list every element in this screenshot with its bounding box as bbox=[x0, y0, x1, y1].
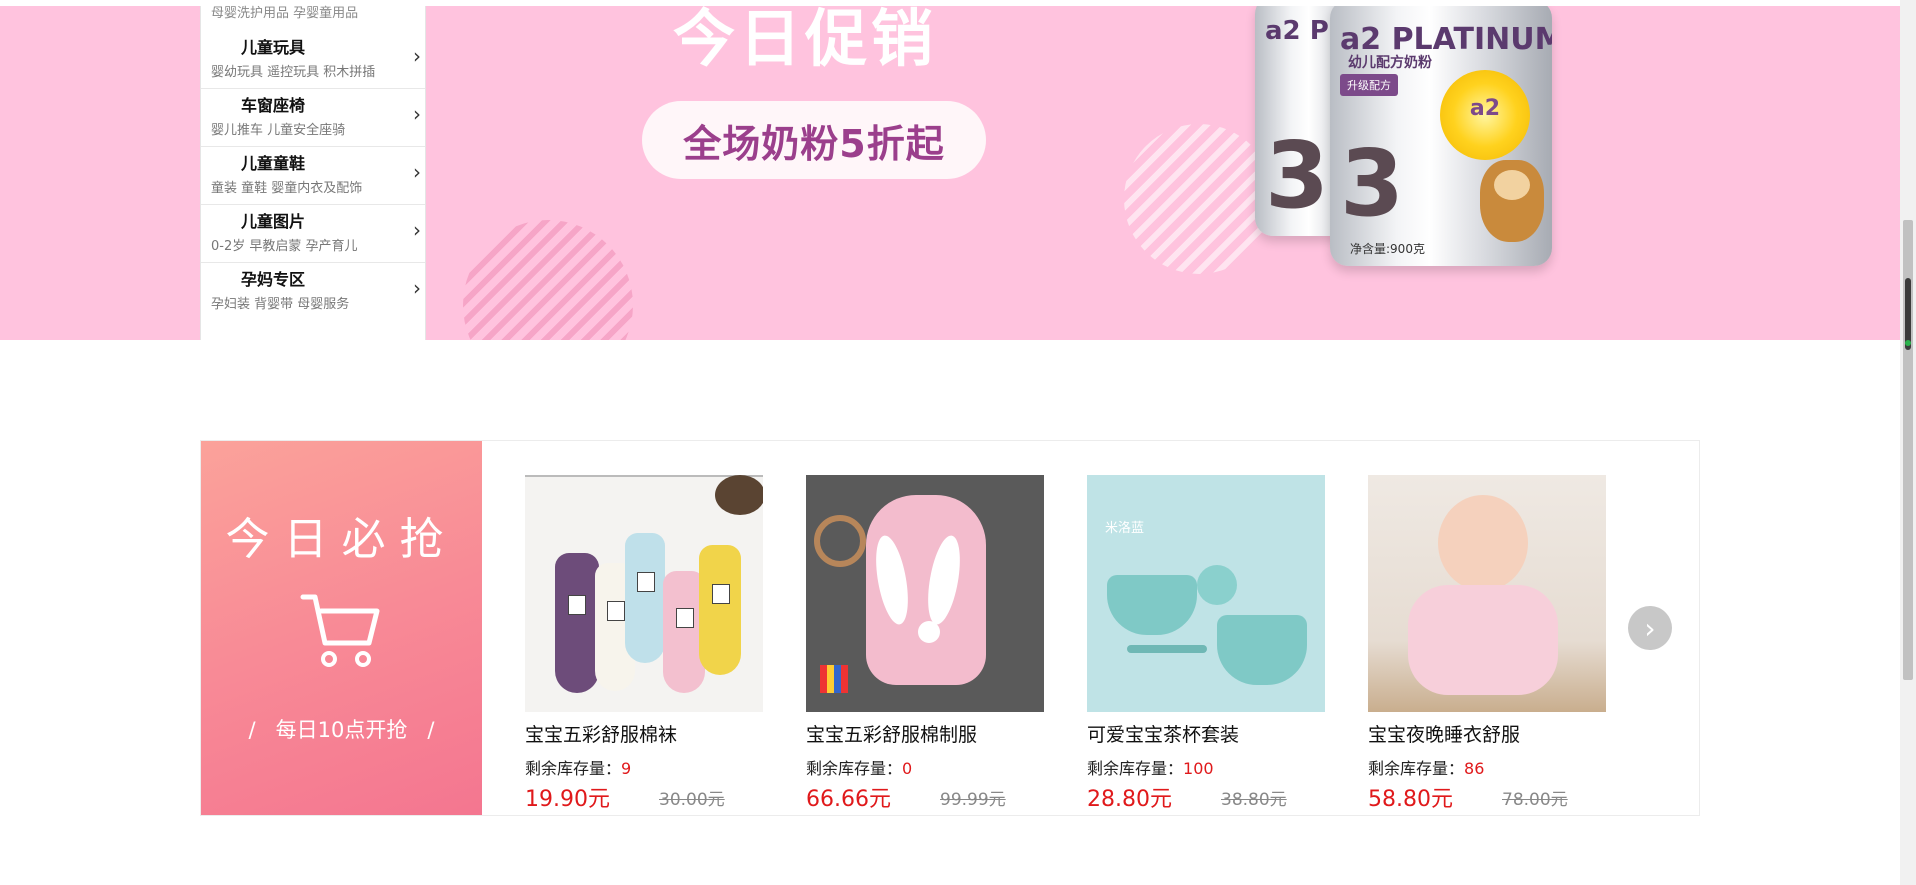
flash-sale-header[interactable]: 今日必抢 / 每日10点开抢 / bbox=[201, 441, 482, 815]
product-original-price: 30.00元 bbox=[659, 790, 725, 810]
banner-title: 今日促销 bbox=[673, 6, 938, 75]
product-name[interactable]: 宝宝五彩舒服棉袜 bbox=[525, 720, 763, 747]
product-stock: 剩余库存量：86 bbox=[1368, 759, 1485, 778]
category-menu: 母婴洗护用品 孕婴童用品 儿童玩具 婴幼玩具 遥控玩具 积木拼插 › 车窗座椅 … bbox=[200, 6, 426, 340]
chevron-right-icon: › bbox=[413, 160, 421, 184]
product-card[interactable]: 宝宝五彩舒服棉袜 剩余库存量：9 19.90元 30.00元 bbox=[525, 475, 763, 812]
product-stock: 剩余库存量：0 bbox=[806, 759, 913, 778]
menu-item-strollers[interactable]: 车窗座椅 婴儿推车 儿童安全座骑 › bbox=[201, 88, 425, 147]
striped-circle-decoration bbox=[1124, 124, 1274, 274]
product-name[interactable]: 宝宝五彩舒服棉制服 bbox=[806, 720, 1044, 747]
menu-item-maternity[interactable]: 孕妈专区 孕妇装 背婴带 母婴服务 › bbox=[201, 262, 425, 320]
product-stock: 剩余库存量：9 bbox=[525, 759, 632, 778]
menu-item-books[interactable]: 儿童图片 0-2岁 早教启蒙 孕产育儿 › bbox=[201, 204, 425, 263]
flash-sale-title: 今日必抢 bbox=[225, 514, 458, 565]
menu-item-toys[interactable]: 儿童玩具 婴幼玩具 遥控玩具 积木拼插 › bbox=[201, 30, 425, 89]
product-stock: 剩余库存量：100 bbox=[1087, 759, 1214, 778]
milk-can-image: a2 PLATINUM白金 幼儿配方奶粉 升级配方 a2 3 净含量:900克 bbox=[1330, 6, 1552, 266]
product-price: 66.66元 bbox=[806, 787, 891, 812]
chevron-right-icon: › bbox=[413, 44, 421, 68]
product-price: 19.90元 bbox=[525, 787, 610, 812]
flash-sale-slogan: / 每日10点开抢 / bbox=[248, 718, 435, 742]
menu-item-partial[interactable]: 母婴洗护用品 孕婴童用品 bbox=[211, 2, 358, 21]
product-name[interactable]: 可爱宝宝茶杯套装 bbox=[1087, 720, 1325, 747]
product-price: 28.80元 bbox=[1087, 787, 1172, 812]
flash-sale-section: 今日必抢 / 每日10点开抢 / 宝宝五彩舒服棉袜 剩余库存量：9 19.90元… bbox=[200, 440, 1700, 816]
chevron-right-icon: › bbox=[413, 218, 421, 242]
product-original-price: 99.99元 bbox=[940, 790, 1006, 810]
banner-promo-pill: 全场奶粉5折起 bbox=[642, 101, 986, 179]
chevron-right-icon: › bbox=[413, 102, 421, 126]
product-card[interactable]: 宝宝夜晚睡衣舒服 剩余库存量：86 58.80元 78.00元 bbox=[1368, 475, 1606, 812]
product-card[interactable]: 宝宝五彩舒服棉制服 剩余库存量：0 66.66元 99.99元 bbox=[806, 475, 1044, 812]
menu-item-shoes[interactable]: 儿童童鞋 童装 童鞋 婴童内衣及配饰 › bbox=[201, 146, 425, 205]
product-original-price: 38.80元 bbox=[1221, 790, 1287, 810]
chevron-right-icon: › bbox=[413, 276, 421, 300]
striped-circle-decoration bbox=[463, 220, 633, 340]
product-image[interactable] bbox=[525, 475, 763, 712]
product-card[interactable]: 米洛蓝 可爱宝宝茶杯套装 剩余库存量：100 28.80元 38.80元 bbox=[1087, 475, 1325, 812]
product-name[interactable]: 宝宝夜晚睡衣舒服 bbox=[1368, 720, 1606, 747]
scrollbar-indicator-dot bbox=[1905, 340, 1911, 346]
product-image[interactable] bbox=[1368, 475, 1606, 712]
page-scrollbar[interactable] bbox=[1900, 0, 1916, 885]
teddy-bear-illustration bbox=[1480, 160, 1544, 242]
product-image[interactable] bbox=[806, 475, 1044, 712]
shopping-cart-icon bbox=[300, 594, 380, 667]
a2-badge: a2 bbox=[1440, 70, 1530, 160]
product-price: 58.80元 bbox=[1368, 787, 1453, 812]
carousel-next-button[interactable]: › bbox=[1628, 606, 1672, 650]
product-original-price: 78.00元 bbox=[1502, 790, 1568, 810]
product-image[interactable]: 米洛蓝 bbox=[1087, 475, 1325, 712]
